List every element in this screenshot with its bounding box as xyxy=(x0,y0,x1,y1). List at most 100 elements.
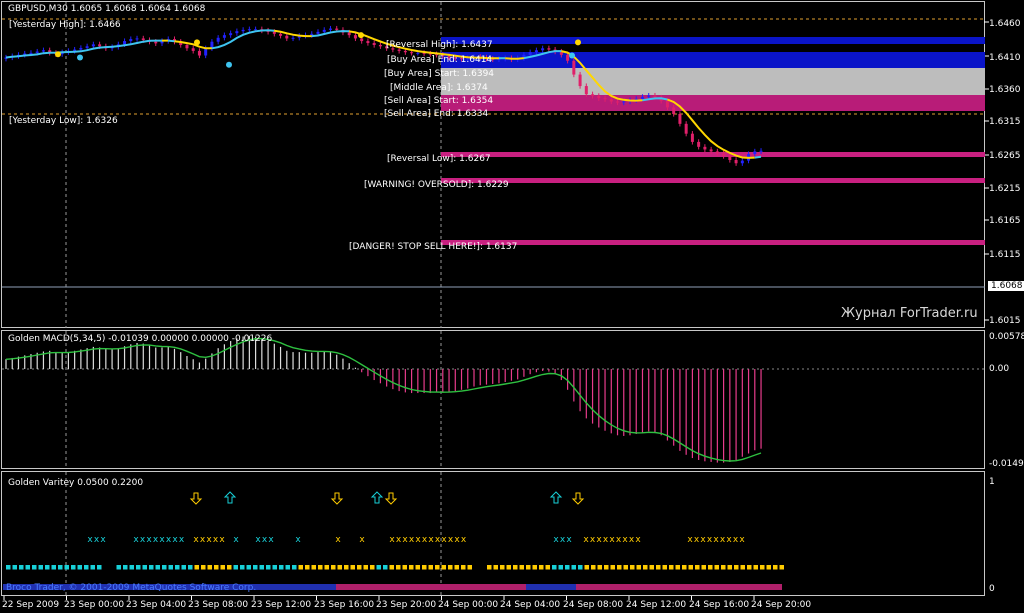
signal-square xyxy=(32,565,37,570)
signal-square xyxy=(363,565,368,570)
candle-body xyxy=(328,28,332,30)
candle-body xyxy=(123,41,127,45)
down-arrow-icon xyxy=(189,492,203,505)
danger-band xyxy=(441,240,985,245)
candle-body xyxy=(697,141,701,147)
x-marker: x xyxy=(133,535,139,545)
time-tick: 24 Sep 00:00 xyxy=(438,600,499,610)
candle-body xyxy=(229,33,233,36)
variety-tick: 1 xyxy=(989,477,995,487)
buy-area-end-label: [Buy Area] End: 1.6414 xyxy=(387,55,493,65)
candle-body xyxy=(578,74,582,87)
candle-body xyxy=(254,29,258,31)
signal-square xyxy=(552,565,557,570)
x-marker: x xyxy=(687,535,693,545)
strip-pink xyxy=(576,584,782,590)
signal-square xyxy=(448,565,453,570)
signal-square xyxy=(708,565,713,570)
down-arrow-icon xyxy=(384,492,398,505)
up-arrow-icon xyxy=(370,491,384,504)
candle-body xyxy=(185,44,189,49)
signal-square xyxy=(376,565,381,570)
current-price-box: 1.6068 xyxy=(988,281,1024,291)
signal-square xyxy=(610,565,615,570)
signal-square xyxy=(643,565,648,570)
x-marker: x xyxy=(153,535,159,545)
price-tick: 1.6265 xyxy=(989,151,1021,161)
signal-square xyxy=(539,565,544,570)
signal-square xyxy=(246,565,251,570)
candle-body xyxy=(204,48,208,56)
candle-body xyxy=(222,35,226,38)
signal-square xyxy=(266,565,271,570)
macd-signal-line xyxy=(5,337,762,462)
time-tick: 23 Sep 20:00 xyxy=(376,600,437,610)
signal-square xyxy=(669,565,674,570)
middle-area-band xyxy=(441,68,985,95)
candle-body xyxy=(272,31,276,34)
candle-body xyxy=(410,52,414,54)
x-marker: x xyxy=(448,535,454,545)
signal-square xyxy=(162,565,167,570)
time-tick: 23 Sep 08:00 xyxy=(188,600,249,610)
signal-square xyxy=(441,565,446,570)
candle-body xyxy=(35,51,39,53)
signal-square xyxy=(545,565,550,570)
x-marker: x xyxy=(428,535,434,545)
macd-tick: 0.00578 xyxy=(989,332,1024,342)
up-arrow-icon xyxy=(549,491,563,504)
x-marker: x xyxy=(213,535,219,545)
candle-body xyxy=(98,44,102,47)
signal-square xyxy=(604,565,609,570)
x-marker: x xyxy=(166,535,172,545)
signal-square xyxy=(467,565,472,570)
x-marker: x xyxy=(200,535,206,545)
signal-square xyxy=(318,565,323,570)
signal-square xyxy=(721,565,726,570)
signal-square xyxy=(201,565,206,570)
signal-square xyxy=(12,565,17,570)
signal-square xyxy=(6,565,11,570)
candle-body xyxy=(285,35,289,39)
ma-signal-dot xyxy=(358,32,364,39)
signal-square xyxy=(214,565,219,570)
x-marker: x xyxy=(159,535,165,545)
candle-body xyxy=(647,95,651,97)
sell-area-start-label: [Sell Area] Start: 1.6354 xyxy=(384,96,494,106)
time-tick: 24 Sep 12:00 xyxy=(626,600,687,610)
main-chart-title: GBPUSD,M30 1.6065 1.6068 1.6064 1.6068 xyxy=(8,4,206,14)
signal-square xyxy=(331,565,336,570)
signal-square xyxy=(578,565,583,570)
x-marker: x xyxy=(635,535,641,545)
x-marker: x xyxy=(146,535,152,545)
x-marker: x xyxy=(172,535,178,545)
x-marker: x xyxy=(454,535,460,545)
price-pane-frame xyxy=(1,1,985,328)
signal-square xyxy=(175,565,180,570)
yesterday-low-label: [Yesterday Low]: 1.6326 xyxy=(9,116,118,126)
signal-square xyxy=(422,565,427,570)
buy-area-start-label: [Buy Area] Start: 1.6394 xyxy=(384,69,495,79)
signal-square xyxy=(51,565,56,570)
candle-body xyxy=(191,48,195,51)
signal-square xyxy=(675,565,680,570)
x-marker: x xyxy=(402,535,408,545)
candle-body xyxy=(372,43,376,45)
signal-square xyxy=(181,565,186,570)
x-marker: x xyxy=(193,535,199,545)
price-tick: 1.6015 xyxy=(989,316,1021,326)
candle-body xyxy=(41,50,45,52)
time-tick: 23 Sep 16:00 xyxy=(314,600,375,610)
signal-square xyxy=(435,565,440,570)
signal-square xyxy=(142,565,147,570)
x-marker: x xyxy=(596,535,602,545)
x-marker: x xyxy=(609,535,615,545)
candle-body xyxy=(547,48,551,50)
x-marker: x xyxy=(694,535,700,545)
time-tick: 23 Sep 12:00 xyxy=(251,600,312,610)
signal-square xyxy=(305,565,310,570)
moving-average-line xyxy=(505,57,525,60)
ma-signal-dot xyxy=(226,61,232,68)
signal-square xyxy=(532,565,537,570)
signal-square xyxy=(311,565,316,570)
